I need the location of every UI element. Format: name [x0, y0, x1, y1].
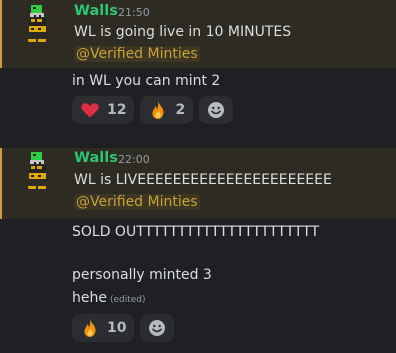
avatar[interactable]	[18, 4, 58, 44]
fire-icon	[152, 101, 165, 119]
reaction-count: 10	[107, 320, 127, 336]
role-mention[interactable]: @Verified Minties	[74, 46, 200, 62]
message-text: in WL you can mint 2	[72, 73, 221, 89]
role-mention[interactable]: @Verified Minties	[74, 194, 200, 210]
smiley-icon	[149, 320, 166, 336]
reaction-bar: 10	[72, 314, 175, 342]
reaction-count: 12	[107, 102, 127, 118]
add-reaction-button[interactable]	[199, 96, 234, 124]
message-text: personally minted 3	[72, 267, 212, 283]
smiley-icon	[208, 102, 225, 118]
avatar[interactable]	[18, 151, 58, 191]
message-mentioned: Walls 21:50 WL is going live in 10 MINUT…	[0, 0, 396, 68]
reaction-fire[interactable]: 10	[72, 314, 135, 342]
reaction-count: 2	[175, 102, 186, 118]
timestamp: 22:00	[118, 153, 150, 166]
message-text: hehe	[72, 290, 107, 306]
reaction-fire[interactable]: 2	[140, 96, 194, 124]
add-reaction-button[interactable]	[140, 314, 175, 342]
edited-label: (edited)	[109, 295, 146, 305]
author-name[interactable]: Walls	[74, 150, 118, 166]
heart-icon	[81, 103, 99, 118]
message-text: WL is LIVEEEEEEEEEEEEEEEEEEEEEE	[74, 172, 332, 188]
author-name[interactable]: Walls	[74, 3, 118, 19]
message-text-edited: hehe (edited)	[72, 290, 146, 306]
fire-icon	[84, 319, 96, 337]
message-mentioned: Walls 22:00 WL is LIVEEEEEEEEEEEEEEEEEEE…	[0, 148, 396, 219]
message-text: WL is going live in 10 MINUTES	[74, 24, 292, 40]
timestamp: 21:50	[118, 6, 150, 19]
reaction-bar: 12 2	[72, 96, 234, 124]
message-text: SOLD OUTTTTTTTTTTTTTTTTTTTTTT	[72, 224, 320, 240]
chat-log: Walls 21:50 WL is going live in 10 MINUT…	[0, 0, 396, 353]
reaction-heart[interactable]: 12	[72, 96, 135, 124]
